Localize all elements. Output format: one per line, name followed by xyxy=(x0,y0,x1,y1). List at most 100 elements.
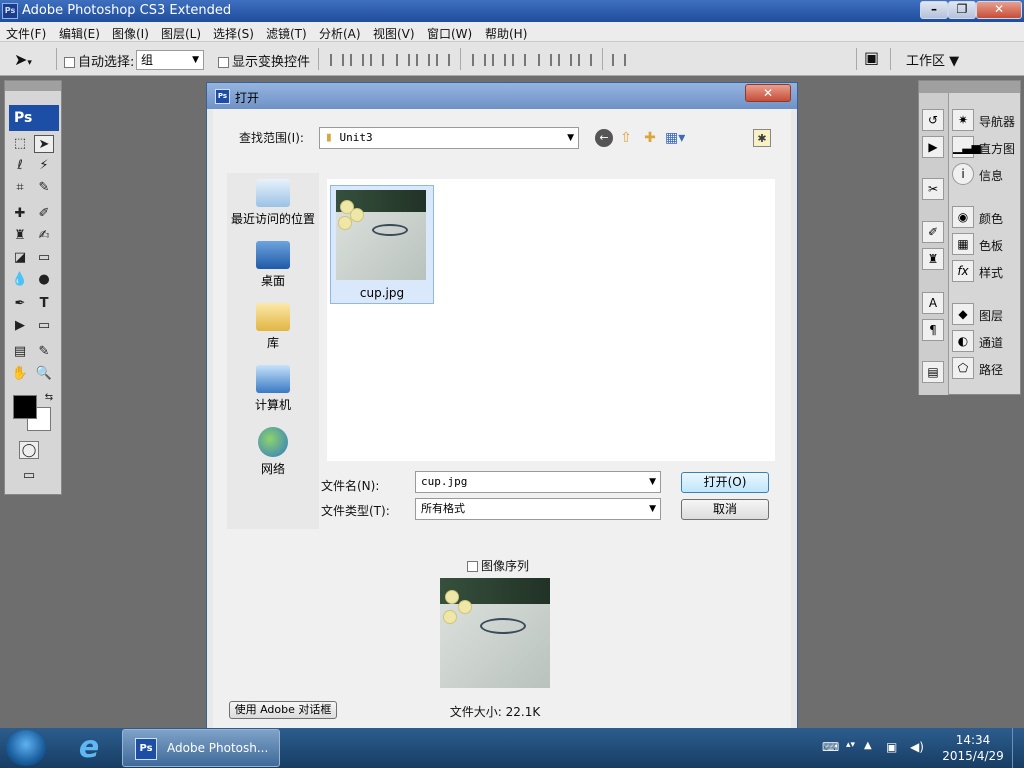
preview-toggle-icon[interactable]: ✱ xyxy=(753,129,771,147)
panel-label-layers[interactable]: 图层 xyxy=(979,307,1003,324)
path-selection-tool-icon[interactable]: ▶ xyxy=(10,317,30,335)
layer-comps-icon[interactable]: ▤ xyxy=(922,361,944,383)
hand-tool-icon[interactable]: ✋ xyxy=(10,365,30,383)
show-desktop-button[interactable] xyxy=(1012,728,1024,768)
menu-file[interactable]: 文件(F) xyxy=(6,25,46,42)
navigator-icon[interactable]: ✷ xyxy=(952,109,974,131)
panel-label-swatches[interactable]: 色板 xyxy=(979,237,1003,254)
look-in-dropdown[interactable]: ▮ Unit3 ▼ xyxy=(319,127,579,149)
panel-label-styles[interactable]: 样式 xyxy=(979,264,1003,281)
panel-label-channels[interactable]: 通道 xyxy=(979,334,1003,351)
view-menu-icon[interactable]: ▦▾ xyxy=(665,129,685,147)
tool-presets-icon[interactable]: ✂ xyxy=(922,178,944,200)
info-icon[interactable]: i xyxy=(952,163,974,185)
distribute-top-icon[interactable] xyxy=(472,54,486,66)
panel-label-histogram[interactable]: 直方图 xyxy=(979,140,1015,157)
show-hidden-icons-icon[interactable]: ▲ xyxy=(864,740,872,751)
place-libraries[interactable]: 库 xyxy=(227,303,319,351)
cancel-button[interactable]: 取消 xyxy=(681,499,769,520)
screen-mode-icon[interactable]: ▭ xyxy=(19,467,39,485)
toolbox-header[interactable] xyxy=(5,81,61,91)
start-button[interactable] xyxy=(6,730,46,766)
type-tool-icon[interactable]: T xyxy=(34,295,54,313)
swap-colors-icon[interactable]: ⇆ xyxy=(39,389,59,407)
paragraph-panel-icon[interactable]: ¶ xyxy=(922,319,944,341)
menu-window[interactable]: 窗口(W) xyxy=(427,25,472,42)
menu-select[interactable]: 选择(S) xyxy=(213,25,254,42)
workspace-menu[interactable]: 工作区 ▼ xyxy=(906,50,959,69)
menu-layer[interactable]: 图层(L) xyxy=(161,25,201,42)
filename-input[interactable]: cup.jpg ▼ xyxy=(415,471,661,493)
new-folder-icon[interactable]: ✚ xyxy=(641,129,659,147)
healing-brush-tool-icon[interactable]: ✚ xyxy=(10,205,30,223)
minimize-button[interactable]: – xyxy=(920,1,948,19)
use-adobe-dialog-button[interactable]: 使用 Adobe 对话框 xyxy=(229,701,337,719)
place-computer[interactable]: 计算机 xyxy=(227,365,319,413)
menu-help[interactable]: 帮助(H) xyxy=(485,25,527,42)
panel-label-paths[interactable]: 路径 xyxy=(979,361,1003,378)
taskbar-photoshop-button[interactable]: Ps Adobe Photosh... xyxy=(122,729,280,767)
auto-select-checkbox[interactable]: 自动选择: xyxy=(64,51,134,70)
dodge-tool-icon[interactable]: ● xyxy=(34,271,54,289)
slice-tool-icon[interactable]: ✎ xyxy=(34,179,54,197)
panel-label-info[interactable]: 信息 xyxy=(979,167,1003,184)
up-folder-icon[interactable]: ⇧ xyxy=(617,129,635,147)
crop-tool-icon[interactable]: ⌗ xyxy=(10,179,30,197)
layers-icon[interactable]: ◆ xyxy=(952,303,974,325)
quick-mask-icon[interactable]: ◯ xyxy=(19,441,39,459)
marquee-tool-icon[interactable]: ⬚ xyxy=(10,135,30,153)
place-network[interactable]: 网络 xyxy=(227,427,319,477)
distribute-left-icon[interactable] xyxy=(538,54,552,66)
panel-dock-header[interactable] xyxy=(919,81,1020,93)
volume-icon[interactable]: ◀) xyxy=(910,740,924,754)
network-status-icon[interactable]: ▣ xyxy=(886,740,897,754)
back-icon[interactable]: ← xyxy=(595,129,613,147)
menu-view[interactable]: 视图(V) xyxy=(373,25,415,42)
move-tool-icon[interactable]: ➤ xyxy=(34,135,54,153)
restore-button[interactable]: ❐ xyxy=(948,1,976,19)
dialog-close-button[interactable]: ✕ xyxy=(745,84,791,102)
align-right-icon[interactable] xyxy=(436,54,450,66)
place-desktop[interactable]: 桌面 xyxy=(227,241,319,289)
auto-align-icon[interactable] xyxy=(612,54,626,66)
shape-tool-icon[interactable]: ▭ xyxy=(34,317,54,335)
brushes-panel-icon[interactable]: ✐ xyxy=(922,221,944,243)
gradient-tool-icon[interactable]: ▭ xyxy=(34,249,54,267)
dialog-titlebar[interactable]: Ps 打开 ✕ xyxy=(207,83,797,109)
file-list[interactable]: cup.jpg xyxy=(327,179,775,461)
pen-tool-icon[interactable]: ✒ xyxy=(10,295,30,313)
open-button[interactable]: 打开(O) xyxy=(681,472,769,493)
internet-explorer-icon[interactable]: e xyxy=(72,732,106,764)
filetype-dropdown[interactable]: 所有格式 ▼ xyxy=(415,498,661,520)
notes-tool-icon[interactable]: ▤ xyxy=(10,343,30,361)
clone-stamp-tool-icon[interactable]: ♜ xyxy=(10,227,30,245)
align-left-icon[interactable] xyxy=(396,54,410,66)
character-panel-icon[interactable]: A xyxy=(922,292,944,314)
blur-tool-icon[interactable]: 💧 xyxy=(10,271,30,289)
color-icon[interactable]: ◉ xyxy=(952,206,974,228)
histogram-icon[interactable]: ▁▃▅ xyxy=(952,136,981,158)
history-panel-icon[interactable]: ↺ xyxy=(922,109,944,131)
panel-label-color[interactable]: 颜色 xyxy=(979,210,1003,227)
keyboard-icon[interactable]: ⌨ xyxy=(822,740,839,754)
brush-tool-icon[interactable]: ✐ xyxy=(34,205,54,223)
file-item[interactable]: cup.jpg xyxy=(330,185,434,304)
channels-icon[interactable]: ◐ xyxy=(952,330,974,352)
ime-arrows-icon[interactable]: ▴▾ xyxy=(846,740,855,750)
paths-icon[interactable]: ⬠ xyxy=(952,357,974,379)
distribute-vcenter-icon[interactable] xyxy=(492,54,506,66)
move-tool-icon[interactable]: ➤▾ xyxy=(14,50,32,69)
lasso-tool-icon[interactable]: ℓ xyxy=(10,157,30,175)
eraser-tool-icon[interactable]: ◪ xyxy=(10,249,30,267)
distribute-bottom-icon[interactable] xyxy=(512,54,526,66)
distribute-hcenter-icon[interactable] xyxy=(558,54,572,66)
place-recent[interactable]: 最近访问的位置 xyxy=(227,179,319,227)
align-vcenter-icon[interactable] xyxy=(350,54,364,66)
menu-edit[interactable]: 编辑(E) xyxy=(59,25,100,42)
show-transform-checkbox[interactable]: 显示变换控件 xyxy=(218,51,310,70)
close-button[interactable]: ✕ xyxy=(976,1,1022,19)
align-hcenter-icon[interactable] xyxy=(416,54,430,66)
clone-source-icon[interactable]: ♜ xyxy=(922,248,944,270)
menu-analysis[interactable]: 分析(A) xyxy=(319,25,361,42)
bridge-icon[interactable]: ▣ xyxy=(864,48,879,67)
